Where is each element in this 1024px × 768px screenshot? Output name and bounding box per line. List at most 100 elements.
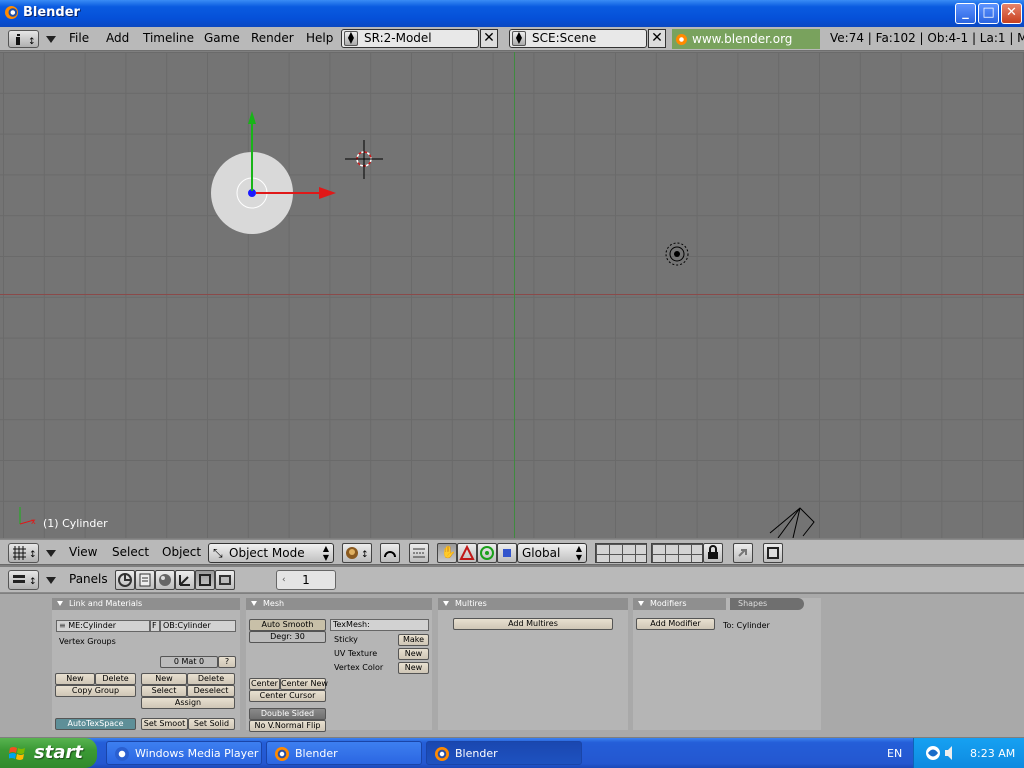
camera-icon[interactable] <box>769 507 815 538</box>
blender-url-banner[interactable]: www.blender.org 249.2 <box>672 29 820 66</box>
set-smooth-button[interactable]: Set Smoot <box>141 718 188 730</box>
material-index-field[interactable]: 0 Mat 0 <box>160 656 218 668</box>
copy-group-button[interactable]: Copy Group <box>55 685 136 697</box>
task-windows-media-player[interactable]: Windows Media Player <box>106 741 262 765</box>
panel-header[interactable]: Mesh <box>246 598 432 610</box>
panel-header[interactable]: Link and Materials <box>52 598 240 610</box>
language-indicator[interactable]: EN <box>887 747 902 760</box>
sticky-make-button[interactable]: Make <box>398 634 429 646</box>
layer-buttons-group-2[interactable] <box>651 543 703 563</box>
menu-select[interactable]: Select <box>112 545 149 559</box>
manipulator-toggle-button[interactable]: ✋ <box>437 543 457 563</box>
panel-collapse-icon[interactable] <box>57 601 63 606</box>
scale-manipulator-button[interactable] <box>497 543 517 563</box>
frame-number-field[interactable]: ‹ 1 <box>276 570 336 590</box>
tab-modifiers[interactable]: Modifiers <box>633 598 726 610</box>
menu-view[interactable]: View <box>69 545 97 559</box>
material-select-button[interactable]: Select <box>141 685 187 697</box>
menu-help[interactable]: Help <box>306 31 333 45</box>
3d-viewport[interactable]: x (1) Cylinder <box>0 52 1024 538</box>
auto-smooth-toggle[interactable]: Auto Smooth <box>249 619 326 631</box>
no-normal-flip-toggle[interactable]: No V.Normal Flip <box>249 720 326 732</box>
menu-file[interactable]: File <box>69 31 89 45</box>
mesh-name-field[interactable]: ≡ ME:Cylinder <box>56 620 150 632</box>
set-solid-button[interactable]: Set Solid <box>188 718 235 730</box>
mode-label: Object Mode <box>229 546 305 560</box>
logic-context-button[interactable] <box>115 570 135 590</box>
maximize-button[interactable]: □ <box>978 3 999 24</box>
center-new-button[interactable]: Center New <box>280 678 328 690</box>
material-deselect-button[interactable]: Deselect <box>187 685 235 697</box>
delete-screen-button[interactable]: ✕ <box>480 29 498 48</box>
decrement-arrow-icon[interactable]: ‹ <box>282 571 286 589</box>
editor-type-button[interactable]: ↕ <box>8 543 39 563</box>
object-name-field[interactable]: OB:Cylinder <box>160 620 236 632</box>
vertex-color-new-button[interactable]: New <box>398 662 429 674</box>
menu-game[interactable]: Game <box>204 31 240 45</box>
tab-shapes[interactable]: Shapes <box>730 598 804 610</box>
panel-collapse-icon[interactable] <box>638 601 644 606</box>
menu-timeline[interactable]: Timeline <box>143 31 194 45</box>
menu-render[interactable]: Render <box>251 31 294 45</box>
autotexspace-toggle[interactable]: AutoTexSpace <box>55 718 136 730</box>
panels-menu[interactable]: Panels <box>69 572 108 586</box>
texmesh-field[interactable]: TexMesh: <box>330 619 429 631</box>
updown-arrows-icon[interactable]: ▲ ▼ <box>512 31 526 46</box>
editing-context-button[interactable] <box>195 570 215 590</box>
panel-header[interactable]: Multires <box>438 598 628 610</box>
link-scene-button[interactable] <box>733 543 753 563</box>
collapse-menu-triangle-icon[interactable] <box>46 550 56 557</box>
mode-selector[interactable]: ⤡ Object Mode ▲ ▼ <box>208 543 334 563</box>
lock-layers-button[interactable] <box>703 543 723 563</box>
vgroup-delete-button[interactable]: Delete <box>95 673 136 685</box>
translate-manipulator-button[interactable] <box>457 543 477 563</box>
object-context-button[interactable] <box>175 570 195 590</box>
scene-context-button[interactable] <box>215 570 235 590</box>
updown-arrows-icon[interactable]: ▲ ▼ <box>344 31 358 46</box>
fake-user-toggle[interactable]: F <box>150 620 160 632</box>
task-blender-1[interactable]: Blender <box>266 741 422 765</box>
layer-buttons-group-1[interactable] <box>595 543 647 563</box>
clock[interactable]: 8:23 AM <box>970 747 1015 760</box>
center-cursor-button[interactable]: Center Cursor <box>249 690 326 702</box>
task-blender-2[interactable]: Blender <box>426 741 582 765</box>
collapse-menu-triangle-icon[interactable] <box>46 36 56 43</box>
collapse-menu-triangle-icon[interactable] <box>46 577 56 584</box>
screen-selector[interactable]: ▲ ▼ SR:2-Model <box>341 29 479 48</box>
material-delete-button[interactable]: Delete <box>187 673 235 685</box>
auto-smooth-degrees-field[interactable]: Degr: 30 <box>249 631 326 643</box>
start-button[interactable]: start <box>0 738 97 768</box>
render-preview-button[interactable] <box>763 543 783 563</box>
panel-collapse-icon[interactable] <box>443 601 449 606</box>
menu-object[interactable]: Object <box>162 545 201 559</box>
editor-type-button[interactable]: ↕ <box>8 30 39 48</box>
orientation-selector[interactable]: Global ▲ ▼ <box>517 543 587 563</box>
network-swirl-icon[interactable] <box>924 744 942 762</box>
scene-name: SCE:Scene <box>532 31 597 45</box>
snap-toggle-button[interactable] <box>409 543 429 563</box>
material-help-button[interactable]: ? <box>218 656 236 668</box>
double-sided-toggle[interactable]: Double Sided <box>249 708 326 720</box>
pivot-button[interactable] <box>380 543 400 563</box>
close-button[interactable]: ✕ <box>1001 3 1022 24</box>
draw-type-button[interactable]: ↕ <box>342 543 372 563</box>
volume-icon[interactable] <box>944 744 956 762</box>
material-assign-button[interactable]: Assign <box>141 697 235 709</box>
rotate-manipulator-button[interactable] <box>477 543 497 563</box>
script-context-button[interactable] <box>135 570 155 590</box>
editor-type-button[interactable]: ↕ <box>8 570 39 590</box>
menu-add[interactable]: Add <box>106 31 129 45</box>
scene-selector[interactable]: ▲ ▼ SCE:Scene <box>509 29 647 48</box>
delete-scene-button[interactable]: ✕ <box>648 29 666 48</box>
minimize-button[interactable]: _ <box>955 3 976 24</box>
lamp-icon[interactable] <box>665 242 689 266</box>
panel-collapse-icon[interactable] <box>251 601 257 606</box>
material-new-button[interactable]: New <box>141 673 187 685</box>
vgroup-new-button[interactable]: New <box>55 673 95 685</box>
uv-texture-new-button[interactable]: New <box>398 648 429 660</box>
shading-context-button[interactable] <box>155 570 175 590</box>
media-player-icon <box>115 747 129 761</box>
add-modifier-button[interactable]: Add Modifier <box>636 618 715 630</box>
add-multires-button[interactable]: Add Multires <box>453 618 613 630</box>
center-button[interactable]: Center <box>249 678 280 690</box>
